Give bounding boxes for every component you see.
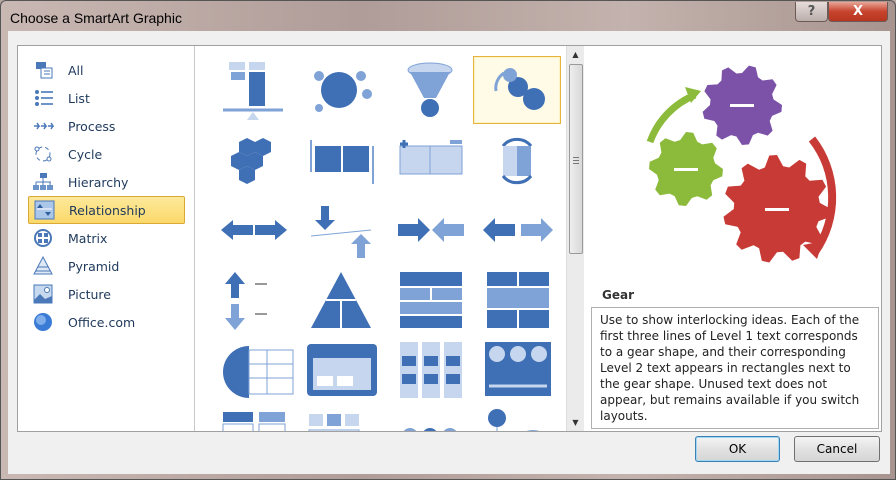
layout-thumbnail-image — [231, 138, 271, 184]
relationship-icon — [33, 200, 55, 220]
layout-thumbnail-image — [221, 220, 287, 240]
layout-thumbnail[interactable] — [297, 56, 385, 124]
category-label: Office.com — [68, 314, 136, 330]
category-office-com[interactable]: Office.com — [28, 308, 185, 336]
layout-thumbnail[interactable] — [386, 406, 474, 431]
help-button[interactable]: ? — [795, 2, 828, 22]
category-matrix[interactable]: Matrix — [28, 224, 185, 252]
layout-thumbnail-image — [400, 342, 462, 398]
layout-thumbnail[interactable] — [473, 406, 561, 431]
layout-thumbnail-image — [225, 272, 267, 330]
layout-thumbnail[interactable] — [297, 196, 385, 264]
layout-thumbnail-image — [501, 137, 533, 185]
gallery-scrollbar[interactable]: ▲ ▼ — [566, 46, 584, 431]
category-pyramid[interactable]: Pyramid — [28, 252, 185, 280]
layout-thumbnail-image — [314, 71, 372, 112]
layout-thumbnail[interactable] — [297, 336, 385, 404]
scroll-down-button[interactable]: ▼ — [567, 414, 584, 431]
layout-thumbnail-image — [407, 62, 453, 117]
cancel-button[interactable]: Cancel — [794, 436, 880, 462]
layout-thumbnail[interactable] — [386, 266, 474, 334]
layout-thumbnail-image — [310, 206, 372, 258]
category-label: Cycle — [68, 146, 103, 162]
layout-thumbnail[interactable] — [473, 126, 561, 194]
category-list: All List Process Cycle Hierarchy Relationship… — [18, 46, 195, 431]
scroll-up-button[interactable]: ▲ — [567, 46, 584, 63]
layout-thumbnail[interactable] — [297, 126, 385, 194]
layout-thumbnail-image — [485, 342, 551, 396]
smartart-dialog: Choose a SmartArt Graphic ? X All List Pro… — [0, 0, 896, 480]
gear-preview-image — [646, 65, 837, 263]
layout-thumbnail-image — [487, 272, 549, 328]
layout-thumbnail[interactable] — [386, 196, 474, 264]
layout-thumbnail[interactable] — [386, 336, 474, 404]
scroll-thumb[interactable] — [569, 64, 583, 254]
category-label: Hierarchy — [68, 174, 129, 190]
layout-thumbnail-image — [223, 346, 294, 398]
layout-thumbnail-image — [223, 62, 283, 120]
matrix-icon — [32, 228, 54, 248]
process-icon — [32, 116, 54, 136]
hierarchy-icon — [32, 172, 54, 192]
dialog-title: Choose a SmartArt Graphic — [10, 10, 182, 26]
layout-thumbnail-image — [310, 140, 374, 184]
layout-gallery — [196, 46, 566, 431]
layout-thumbnail-image — [403, 428, 457, 431]
category-label: Process — [68, 118, 116, 134]
preview-title: Gear — [602, 288, 635, 302]
category-label: List — [68, 90, 90, 106]
layout-thumbnail-image — [398, 218, 464, 242]
category-all[interactable]: All — [28, 56, 185, 84]
layout-thumbnail[interactable] — [386, 56, 474, 124]
category-list[interactable]: List — [28, 84, 185, 112]
category-hierarchy[interactable]: Hierarchy — [28, 168, 185, 196]
preview-pane: Gear Use to show interlocking ideas. Eac… — [590, 47, 880, 431]
preview-description: Use to show interlocking ideas. Each of … — [591, 307, 879, 429]
office-com-icon — [32, 312, 54, 332]
layout-thumbnail-image — [483, 218, 553, 242]
layout-thumbnail[interactable] — [209, 126, 297, 194]
layout-thumbnail[interactable] — [297, 406, 385, 431]
layout-thumbnail-image — [399, 140, 463, 175]
pyramid-icon — [32, 256, 54, 276]
category-relationship[interactable]: Relationship — [28, 196, 185, 224]
category-process[interactable]: Process — [28, 112, 185, 140]
layout-thumbnail[interactable] — [297, 266, 385, 334]
category-picture[interactable]: Picture — [28, 280, 185, 308]
layout-thumbnail[interactable] — [209, 406, 297, 431]
content-frame: All List Process Cycle Hierarchy Relationship… — [17, 45, 882, 432]
category-cycle[interactable]: Cycle — [28, 140, 185, 168]
layout-thumbnail[interactable] — [209, 266, 297, 334]
ok-button[interactable]: OK — [695, 436, 780, 462]
category-label: Matrix — [68, 230, 108, 246]
layout-thumbnail[interactable] — [209, 56, 297, 124]
category-label: Relationship — [69, 202, 146, 218]
layout-thumbnail-image — [222, 412, 286, 431]
layout-thumbnail[interactable] — [473, 266, 561, 334]
layout-thumbnail[interactable] — [473, 196, 561, 264]
picture-icon — [32, 284, 54, 304]
layout-thumbnail[interactable] — [209, 196, 297, 264]
category-label: Picture — [68, 286, 111, 302]
layout-thumbnail-image — [400, 272, 462, 328]
layout-thumbnail-image — [488, 409, 540, 431]
layout-thumbnail-image — [494, 68, 545, 110]
grip-icon — [573, 157, 579, 164]
dialog-body: All List Process Cycle Hierarchy Relationship… — [8, 31, 890, 474]
all-icon — [32, 60, 54, 80]
layout-thumbnail-image — [307, 344, 377, 396]
layout-thumbnail-image — [311, 272, 371, 328]
list-icon — [32, 88, 54, 108]
category-label: All — [68, 62, 84, 78]
layout-thumbnail[interactable] — [473, 336, 561, 404]
layout-thumbnail-image — [308, 414, 360, 431]
layout-thumbnail[interactable] — [386, 126, 474, 194]
close-button[interactable]: X — [828, 2, 888, 22]
cycle-icon — [32, 144, 54, 164]
category-label: Pyramid — [68, 258, 120, 274]
layout-thumbnail[interactable] — [209, 336, 297, 404]
layout-thumbnail-gear[interactable] — [473, 56, 561, 124]
